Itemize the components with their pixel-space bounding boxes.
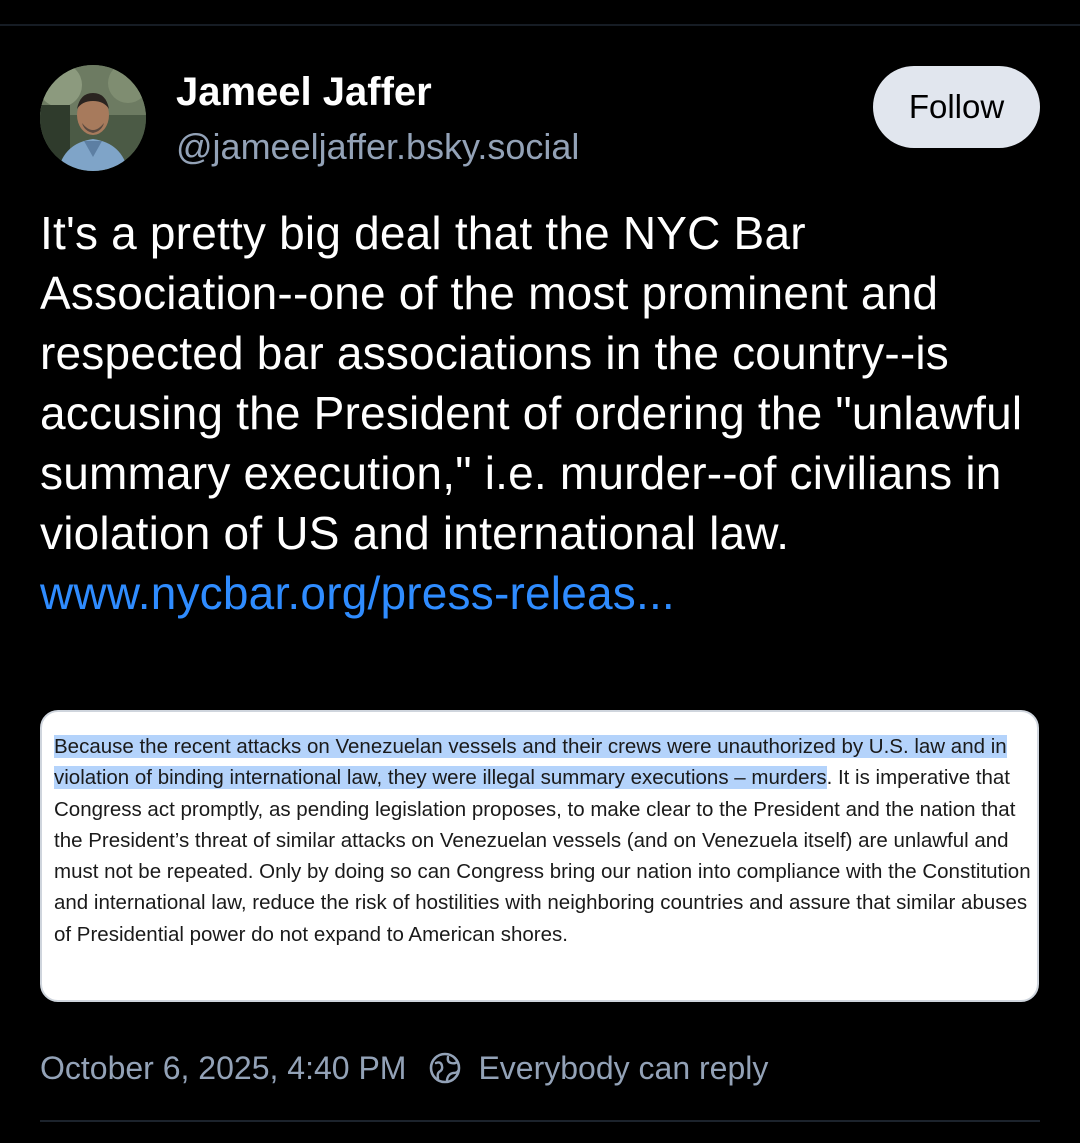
bottom-divider xyxy=(40,1120,1040,1122)
post-timestamp[interactable]: October 6, 2025, 4:40 PM xyxy=(40,1050,406,1087)
top-divider xyxy=(0,24,1080,26)
follow-button[interactable]: Follow xyxy=(873,66,1040,148)
embedded-quote-image[interactable]: Because the recent attacks on Venezuelan… xyxy=(40,710,1039,1002)
embed-text-block: Because the recent attacks on Venezuelan… xyxy=(54,731,1037,950)
post-body: It's a pretty big deal that the NYC Bar … xyxy=(40,203,1050,623)
author-avatar[interactable] xyxy=(40,65,146,171)
post-text: It's a pretty big deal that the NYC Bar … xyxy=(40,207,1023,559)
post-link[interactable]: www.nycbar.org/press-releas... xyxy=(40,567,675,619)
embed-body-text: . It is imperative that Congress act pro… xyxy=(54,766,1031,946)
author-handle[interactable]: @jameeljaffer.bsky.social xyxy=(176,126,579,168)
reply-setting[interactable]: Everybody can reply xyxy=(478,1050,768,1087)
globe-reply-icon xyxy=(428,1051,462,1085)
post-meta-row: October 6, 2025, 4:40 PM Everybody can r… xyxy=(40,1046,768,1090)
avatar-photo xyxy=(40,65,146,171)
author-display-name[interactable]: Jameel Jaffer xyxy=(176,70,432,115)
